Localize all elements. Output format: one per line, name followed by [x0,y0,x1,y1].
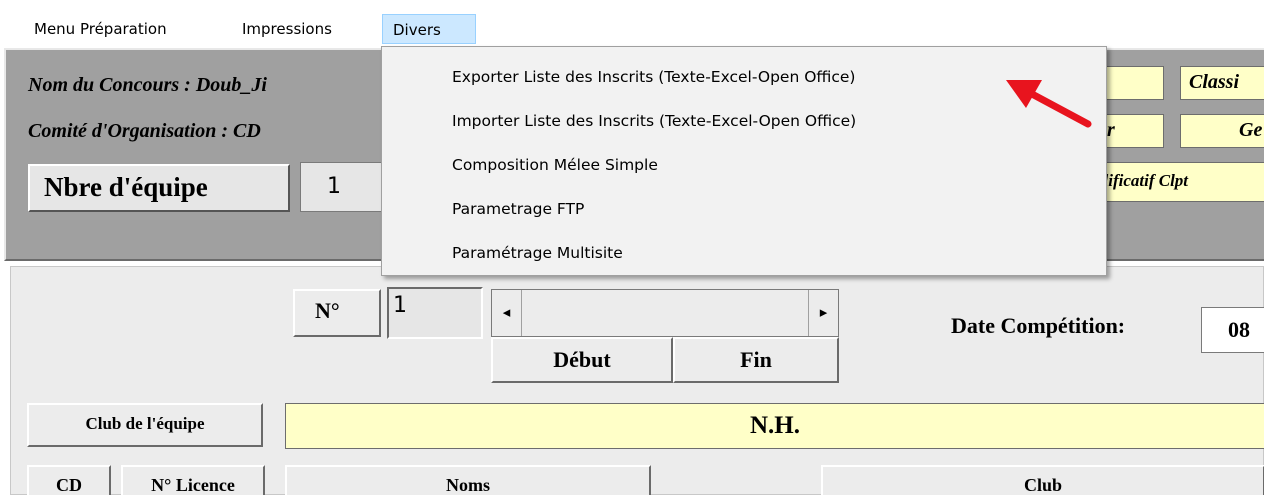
date-competition-field[interactable]: 08 [1201,307,1264,353]
qualificatif-field[interactable]: alificatif Clpt [1094,162,1264,202]
column-header-cd: CD [27,465,111,495]
menu-impressions[interactable]: Impressions [232,14,342,44]
numero-label: N° [293,289,381,337]
team-scrollbar[interactable]: ◂ ▸ [491,289,839,337]
nbre-equipe-value: 1 [300,162,390,212]
classement-label: Classi [1189,71,1240,93]
scroll-right-button[interactable]: ▸ [808,290,838,336]
ge-label: Ge [1239,119,1263,141]
divers-dropdown-menu: Exporter Liste des Inscrits (Texte-Excel… [381,46,1107,276]
scroll-track[interactable] [522,290,838,336]
menu-item-parametrage-ftp[interactable]: Parametrage FTP [382,187,1106,231]
menu-divers[interactable]: Divers [382,14,476,44]
menu-item-exporter-inscrits[interactable]: Exporter Liste des Inscrits (Texte-Excel… [382,55,1106,99]
club-equipe-label: Club de l'équipe [27,403,263,447]
debut-button[interactable]: Début [491,337,673,383]
column-header-licence: N° Licence [121,465,265,495]
nom-concours-label: Nom du Concours : Doub_Ji [28,74,267,96]
date-competition-label: Date Compétition: [951,313,1126,338]
nbre-equipe-label: Nbre d'équipe [28,164,290,212]
column-header-club: Club [821,465,1264,495]
ge-field[interactable]: Ge [1180,114,1264,148]
menu-item-composition-melee[interactable]: Composition Mélee Simple [382,143,1106,187]
menu-preparation[interactable]: Menu Préparation [24,14,177,44]
scroll-left-button[interactable]: ◂ [492,290,522,336]
fin-button[interactable]: Fin [673,337,839,383]
team-form: N° 1 ◂ ▸ Début Fin Date Compétition: 08 … [10,266,1264,495]
column-header-noms: Noms [285,465,651,495]
club-equipe-field[interactable]: N.H. [285,403,1264,449]
menu-bar: Menu Préparation Impressions Divers [0,0,1264,46]
classement-field[interactable]: Classi [1180,66,1264,100]
comite-label: Comité d'Organisation : CD [28,120,261,142]
qualificatif-label: alificatif Clpt [1095,171,1189,190]
menu-item-importer-inscrits[interactable]: Importer Liste des Inscrits (Texte-Excel… [382,99,1106,143]
numero-field[interactable]: 1 [387,287,483,339]
menu-item-parametrage-multisite[interactable]: Paramétrage Multisite [382,231,1106,275]
